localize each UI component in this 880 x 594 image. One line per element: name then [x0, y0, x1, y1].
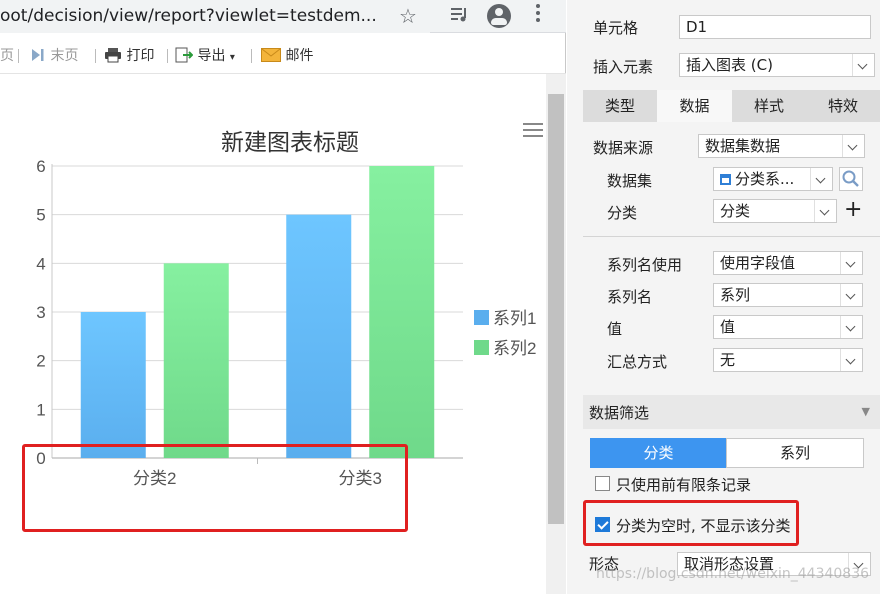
category-label: 分类	[607, 204, 638, 222]
chevron-down-icon	[840, 349, 862, 371]
series-name-label: 系列名	[607, 288, 653, 306]
chevron-down-icon	[810, 168, 832, 190]
report-toolbar: 页 末页 打印 导出 ▾ 邮件	[0, 38, 566, 72]
top-n-records-label: 只使用前有限条记录	[616, 476, 752, 494]
toolbar-divider	[18, 49, 19, 63]
y-tick-label: 5	[36, 206, 45, 225]
top-n-records-checkbox[interactable]	[595, 476, 610, 491]
chevron-down-icon	[814, 200, 836, 222]
legend-swatch	[474, 340, 489, 355]
legend-swatch	[474, 310, 489, 325]
scrollbar-thumb[interactable]	[548, 94, 564, 524]
insert-element-label: 插入元素	[593, 58, 654, 76]
dataset-preview-button[interactable]	[839, 167, 863, 191]
series-name-use-select[interactable]: 使用字段值	[713, 251, 863, 275]
collapse-triangle-icon: ▼	[861, 405, 870, 418]
highlight-box-hide-empty	[583, 500, 799, 546]
watermark-text: https://blog.csdn.net/weixin_44340836	[596, 566, 870, 582]
tab-data[interactable]: 数据	[657, 90, 732, 122]
y-tick-label: 4	[36, 254, 45, 273]
chart-title: 新建图表标题	[221, 129, 359, 155]
property-panel: 单元格 D1 插入元素 插入图表 (C) 类型 数据 样式 特效 数据来源 数据…	[567, 0, 880, 594]
print-button[interactable]: 打印	[104, 46, 154, 66]
search-icon	[842, 170, 859, 187]
chevron-down-icon	[852, 54, 874, 76]
cell-label: 单元格	[593, 19, 639, 37]
bar-2-1	[163, 263, 229, 458]
cell-input[interactable]: D1	[679, 15, 871, 39]
insert-element-select[interactable]: 插入图表 (C)	[679, 53, 875, 77]
url-field[interactable]: oot/decision/view/report?viewlet=testdem…	[0, 0, 430, 33]
toolbar-divider	[167, 49, 168, 63]
dataset-label: 数据集	[607, 172, 653, 190]
filter-segment-series[interactable]: 系列	[726, 438, 864, 468]
chevron-down-icon	[840, 284, 862, 306]
address-bar: oot/decision/view/report?viewlet=testdem…	[0, 0, 566, 33]
series-name-select[interactable]: 系列	[713, 283, 863, 307]
dataset-table-icon	[720, 174, 731, 185]
chart-menu-icon[interactable]	[523, 123, 543, 137]
bar-1-2	[286, 214, 352, 458]
last-page-button[interactable]: 末页	[30, 46, 78, 66]
data-filter-label: 数据筛选	[589, 404, 650, 422]
account-icon[interactable]	[487, 4, 511, 28]
data-filter-section-header[interactable]: 数据筛选 ▼	[583, 395, 880, 429]
toolbar-divider	[251, 49, 252, 63]
value-label: 值	[607, 320, 623, 338]
vertical-scrollbar[interactable]	[546, 74, 566, 594]
value-select[interactable]: 值	[713, 315, 863, 339]
chevron-down-icon	[842, 135, 864, 157]
tab-style[interactable]: 样式	[732, 90, 806, 122]
add-category-icon[interactable]: +	[844, 198, 862, 222]
star-icon[interactable]: ☆	[395, 3, 421, 29]
printer-icon	[105, 48, 121, 63]
more-vert-icon[interactable]	[525, 3, 551, 29]
media-control-icon[interactable]	[446, 3, 472, 29]
section-divider	[583, 236, 880, 237]
legend-label: 系列2	[493, 339, 536, 358]
y-tick-label: 1	[36, 400, 45, 419]
mail-button[interactable]: 邮件	[261, 46, 313, 66]
export-icon	[175, 47, 194, 63]
screen: oot/decision/view/report?viewlet=testdem…	[0, 0, 880, 594]
highlight-box-category-axis	[22, 444, 408, 532]
data-source-select[interactable]: 数据集数据	[698, 134, 865, 158]
data-source-label: 数据来源	[593, 139, 654, 157]
summary-method-label: 汇总方式	[607, 353, 668, 371]
toolbar-divider	[95, 49, 96, 63]
chevron-down-icon: ▾	[229, 52, 235, 63]
series-name-use-label: 系列名使用	[607, 256, 683, 274]
dataset-select[interactable]: 分类系...	[713, 167, 833, 191]
chevron-down-icon	[840, 252, 862, 274]
y-tick-label: 2	[36, 352, 45, 371]
bar-2-2	[369, 166, 435, 458]
y-tick-label: 6	[36, 157, 45, 176]
tab-effects[interactable]: 特效	[806, 90, 880, 122]
y-tick-label: 3	[36, 303, 45, 322]
browser-window: oot/decision/view/report?viewlet=testdem…	[0, 0, 566, 594]
chevron-down-icon	[840, 316, 862, 338]
filter-segment-category[interactable]: 分类	[590, 438, 727, 468]
legend-label: 系列1	[493, 309, 536, 328]
tab-type[interactable]: 类型	[583, 90, 657, 122]
bar-1-1	[80, 312, 146, 458]
last-page-icon	[32, 49, 44, 61]
summary-method-select[interactable]: 无	[713, 348, 863, 372]
mail-icon	[261, 48, 281, 62]
export-button[interactable]: 导出 ▾	[175, 46, 235, 66]
prev-page-button[interactable]: 页	[0, 46, 14, 66]
panel-tabs: 类型 数据 样式 特效	[583, 90, 880, 122]
category-select[interactable]: 分类	[713, 199, 837, 223]
